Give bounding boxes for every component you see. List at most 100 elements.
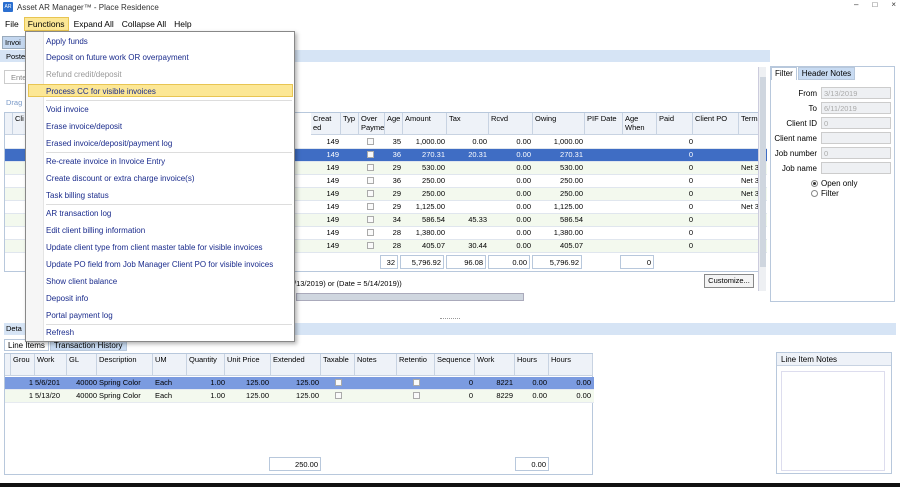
menu-item-6[interactable]: Erased invoice/deposit/payment log bbox=[46, 139, 172, 148]
menu-file[interactable]: File bbox=[2, 18, 22, 30]
line-item-row[interactable]: 1 5/13/20 40000 Spring Color Each 1.00 125.00 1… bbox=[5, 390, 594, 403]
line-header-um[interactable]: UM bbox=[153, 354, 187, 376]
line-header-notes[interactable]: Notes bbox=[355, 354, 397, 376]
line-item-row[interactable]: 1 5/6/201 40000 Spring Color Each 1.00 125.00 1… bbox=[5, 377, 594, 390]
customize-button[interactable]: Customize... bbox=[704, 274, 754, 288]
menu-item-14[interactable]: Show client balance bbox=[46, 277, 117, 286]
total-age: 32 bbox=[380, 255, 398, 269]
menu-functions[interactable]: Functions bbox=[23, 16, 69, 31]
open-only-radio[interactable] bbox=[811, 180, 818, 187]
cell-owing: 1,380.00 bbox=[553, 228, 583, 237]
menu-item-1[interactable]: Deposit on future work OR overpayment bbox=[46, 53, 189, 62]
menu-item-8[interactable]: Create discount or extra charge invoice(… bbox=[46, 174, 195, 183]
from-date-field[interactable]: 3/13/2019 bbox=[821, 87, 891, 99]
menu-expand-all[interactable]: Expand All bbox=[71, 18, 117, 30]
header-owing[interactable]: Owing bbox=[533, 113, 585, 135]
line-item-notes-textarea[interactable] bbox=[781, 371, 885, 471]
header-created[interactable]: Creat ed bbox=[311, 113, 341, 135]
posted-label: Poste bbox=[6, 52, 26, 61]
line-header-group[interactable]: Grou bbox=[11, 354, 35, 376]
line-header-quantity[interactable]: Quantity bbox=[187, 354, 225, 376]
cell-rcvd: 0.00 bbox=[516, 215, 531, 224]
taxable-checkbox[interactable] bbox=[335, 392, 342, 399]
line-header-retention[interactable]: Retentio bbox=[397, 354, 435, 376]
menu-item-13[interactable]: Update PO field from Job Manager Client … bbox=[46, 260, 273, 269]
line-header-gl[interactable]: GL bbox=[67, 354, 97, 376]
tab-invoices[interactable]: Invoi bbox=[2, 36, 26, 49]
retention-checkbox[interactable] bbox=[413, 392, 420, 399]
menu-item-5[interactable]: Erase invoice/deposit bbox=[46, 122, 122, 131]
menu-item-4[interactable]: Void invoice bbox=[46, 105, 89, 114]
cell-owing: 586.54 bbox=[560, 215, 583, 224]
client-name-field[interactable] bbox=[821, 132, 891, 144]
taxable-checkbox[interactable] bbox=[335, 379, 342, 386]
overpayment-checkbox[interactable] bbox=[367, 229, 374, 236]
line-cell-gl: 40000 bbox=[76, 378, 97, 387]
menu-item-15[interactable]: Deposit info bbox=[46, 294, 88, 303]
header-paid[interactable]: Paid bbox=[657, 113, 693, 135]
overpayment-checkbox[interactable] bbox=[367, 242, 374, 249]
overpayment-checkbox[interactable] bbox=[367, 151, 374, 158]
vertical-scrollbar[interactable] bbox=[758, 67, 766, 291]
overpayment-checkbox[interactable] bbox=[367, 164, 374, 171]
menu-item-10[interactable]: AR transaction log bbox=[46, 209, 111, 218]
menu-help[interactable]: Help bbox=[171, 18, 194, 30]
cell-owing: 405.07 bbox=[560, 241, 583, 250]
header-amount[interactable]: Amount bbox=[403, 113, 447, 135]
header-indicator bbox=[5, 113, 13, 135]
from-label: From bbox=[798, 89, 817, 98]
tab-filter[interactable]: Filter bbox=[771, 67, 797, 80]
overpayment-checkbox[interactable] bbox=[367, 203, 374, 210]
maximize-icon[interactable]: □ bbox=[872, 0, 877, 9]
line-header-taxable[interactable]: Taxable bbox=[321, 354, 355, 376]
job-name-field[interactable] bbox=[821, 162, 891, 174]
header-rcvd[interactable]: Rcvd bbox=[489, 113, 533, 135]
header-age[interactable]: Age bbox=[385, 113, 403, 135]
cell-tax bbox=[447, 176, 487, 187]
header-overpayment[interactable]: Over Payme bbox=[359, 113, 385, 135]
line-header-work2[interactable]: Work bbox=[475, 354, 515, 376]
menu-item-16[interactable]: Portal payment log bbox=[46, 311, 113, 320]
cell-rcvd: 0.00 bbox=[516, 202, 531, 211]
retention-checkbox[interactable] bbox=[413, 379, 420, 386]
line-header-work[interactable]: Work bbox=[35, 354, 67, 376]
job-number-field[interactable]: 0 bbox=[821, 147, 891, 159]
line-header-sequence[interactable]: Sequence bbox=[435, 354, 475, 376]
enter-field[interactable]: Ente bbox=[4, 70, 26, 84]
close-icon[interactable]: × bbox=[891, 0, 896, 9]
header-pif-date[interactable]: PIF Date bbox=[585, 113, 623, 135]
overpayment-checkbox[interactable] bbox=[367, 216, 374, 223]
menu-item-9[interactable]: Task billing status bbox=[46, 191, 109, 200]
minimize-icon[interactable]: – bbox=[854, 0, 858, 9]
line-header-hours2[interactable]: Hours bbox=[549, 354, 593, 376]
overpayment-checkbox[interactable] bbox=[367, 190, 374, 197]
menu-item-11[interactable]: Edit client billing information bbox=[46, 226, 145, 235]
header-tax[interactable]: Tax bbox=[447, 113, 489, 135]
cell-created: 149 bbox=[326, 150, 339, 159]
menu-item-0[interactable]: Apply funds bbox=[46, 37, 88, 46]
splitter-handle[interactable] bbox=[440, 318, 460, 321]
tab-header-notes[interactable]: Header Notes bbox=[797, 67, 856, 80]
to-date-field[interactable]: 6/11/2019 bbox=[821, 102, 891, 114]
line-cell-qty: 1.00 bbox=[210, 378, 225, 387]
menu-collapse-all[interactable]: Collapse All bbox=[119, 18, 169, 30]
line-header-description[interactable]: Description bbox=[97, 354, 153, 376]
menu-item-2[interactable]: Refund credit/deposit bbox=[46, 70, 122, 79]
overpayment-checkbox[interactable] bbox=[367, 177, 374, 184]
overpayment-checkbox[interactable] bbox=[367, 138, 374, 145]
menu-item-12[interactable]: Update client type from client master ta… bbox=[46, 243, 263, 252]
menu-item-7[interactable]: Re-create invoice in Invoice Entry bbox=[46, 157, 165, 166]
horizontal-scrollbar[interactable] bbox=[296, 293, 524, 301]
filter-radio-label: Filter bbox=[821, 189, 839, 198]
menu-item-3[interactable]: Process CC for visible invoices bbox=[46, 87, 156, 96]
client-id-field[interactable]: 0 bbox=[821, 117, 891, 129]
header-type[interactable]: Typ bbox=[341, 113, 359, 135]
line-header-hours[interactable]: Hours bbox=[515, 354, 549, 376]
filter-radio[interactable] bbox=[811, 190, 818, 197]
header-client-po[interactable]: Client PO bbox=[693, 113, 739, 135]
header-age-when[interactable]: Age When bbox=[623, 113, 657, 135]
line-header-extended[interactable]: Extended bbox=[271, 354, 321, 376]
cell-tax: 30.44 bbox=[468, 241, 487, 250]
menu-item-17[interactable]: Refresh bbox=[46, 328, 74, 337]
line-header-unit-price[interactable]: Unit Price bbox=[225, 354, 271, 376]
